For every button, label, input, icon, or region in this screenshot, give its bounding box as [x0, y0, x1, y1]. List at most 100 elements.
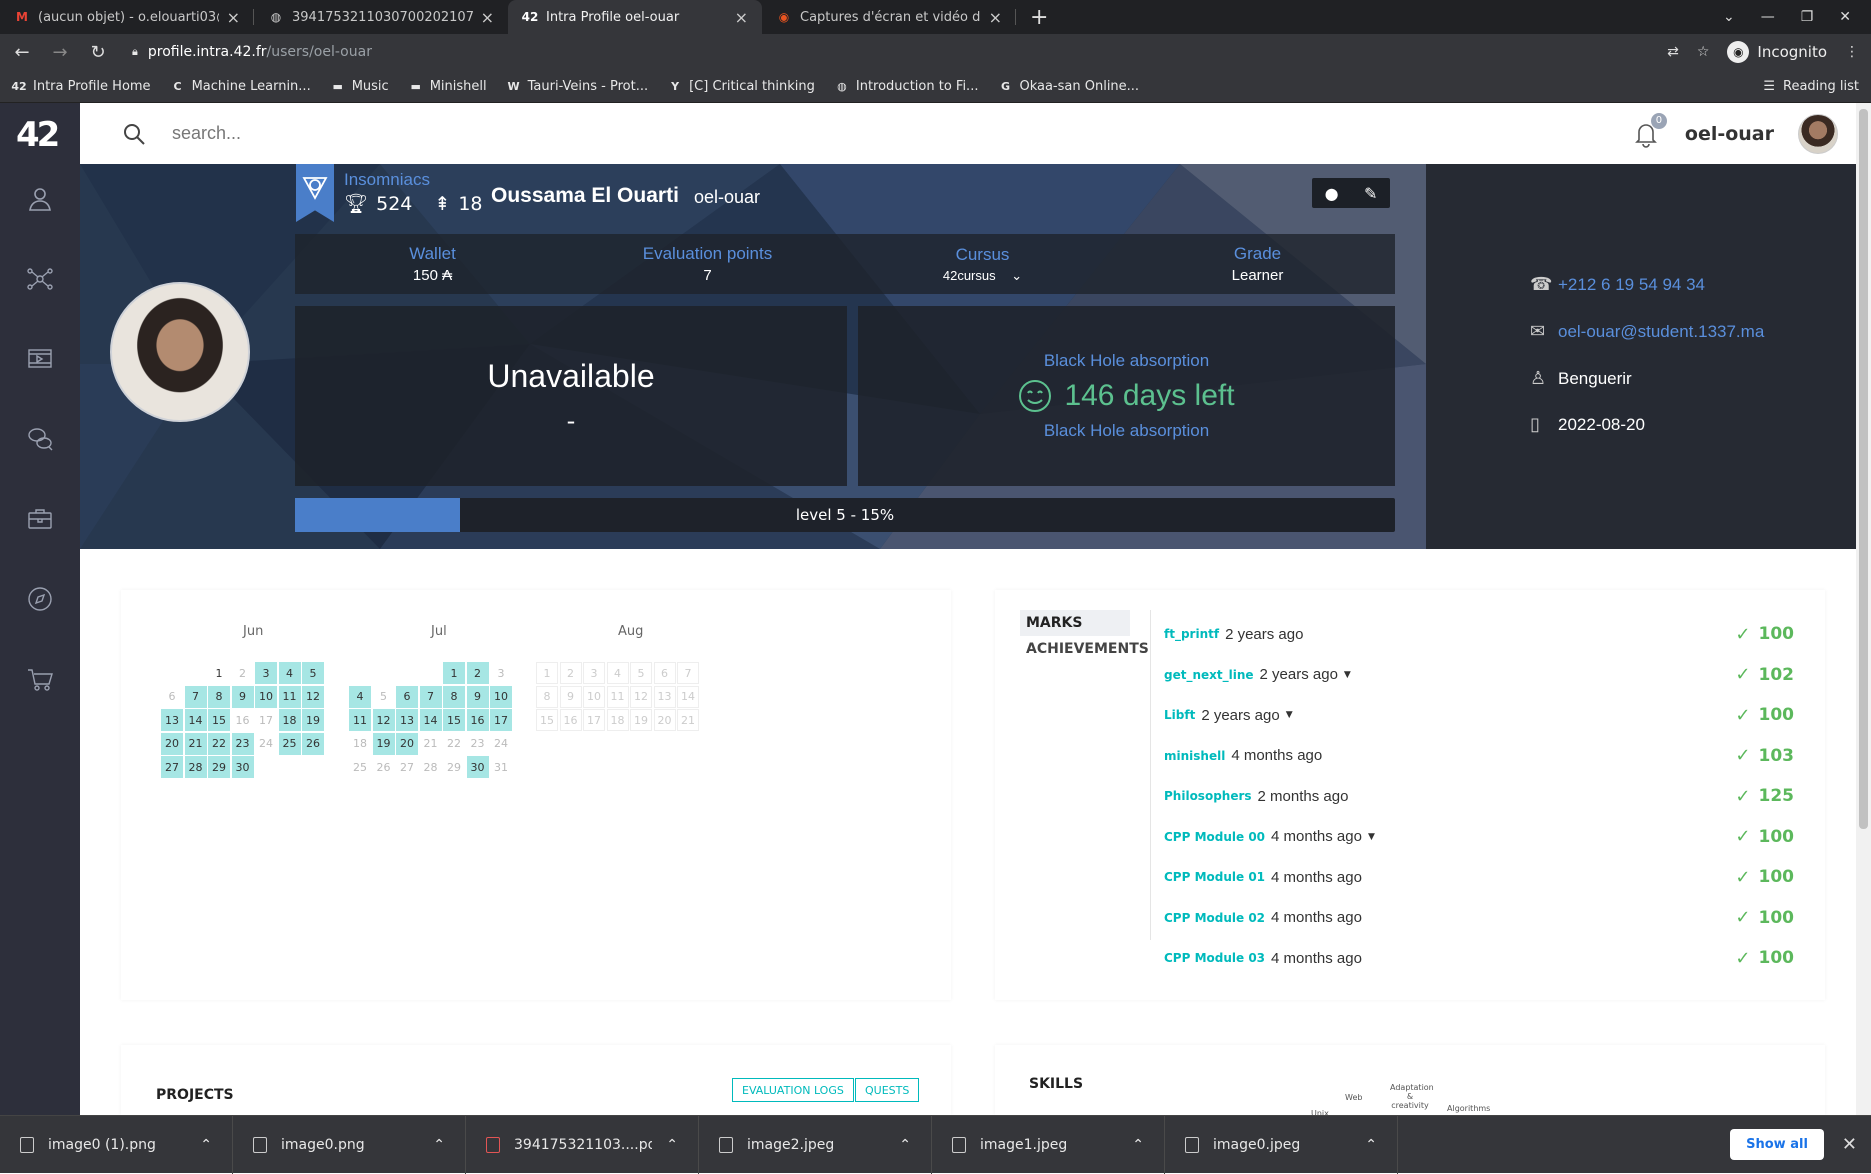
calendar-day[interactable]: 28 [420, 756, 442, 778]
calendar-day[interactable]: 4 [349, 685, 371, 708]
calendar-day[interactable]: 16 [466, 709, 489, 731]
calendar-day[interactable]: 16 [232, 709, 254, 731]
calendar-day[interactable]: 21 [677, 709, 699, 731]
download-item[interactable]: image0.jpeg ⌃ [1165, 1115, 1398, 1174]
reading-list-button[interactable]: ☰ Reading list [1763, 79, 1859, 94]
download-item[interactable]: 394175321103....pdf ⌃ [466, 1115, 699, 1174]
calendar-day[interactable]: 23 [231, 732, 254, 755]
username-menu[interactable]: oel-ouar [1685, 123, 1774, 145]
calendar-day[interactable]: 12 [372, 709, 395, 731]
calendar-day[interactable]: 10 [490, 685, 512, 708]
browser-menu-icon[interactable]: ⋮ [1845, 44, 1859, 60]
calendar-day[interactable]: 12 [630, 685, 652, 708]
close-tab-icon[interactable]: × [481, 8, 494, 27]
mark-project-link[interactable]: minishell [1164, 749, 1225, 763]
calendar-day[interactable]: 29 [443, 756, 465, 778]
calendar-day[interactable]: 14 [184, 709, 207, 731]
mark-project-link[interactable]: CPP Module 00 [1164, 830, 1265, 844]
calendar-day[interactable]: 31 [490, 756, 512, 778]
calendar-day[interactable]: 2 [232, 662, 254, 684]
calendar-day[interactable]: 2 [559, 662, 582, 684]
calendar-day[interactable]: 13 [396, 709, 418, 731]
calendar-day[interactable]: 7 [677, 662, 699, 684]
page-scrollbar[interactable] [1856, 103, 1871, 1115]
star-icon[interactable]: ☆ [1697, 44, 1710, 60]
notifications-button[interactable]: 0 [1631, 112, 1667, 149]
bookmark-item[interactable]: 42 Intra Profile Home [11, 79, 150, 94]
calendar-day[interactable]: 14 [419, 709, 442, 731]
close-tab-icon[interactable]: × [989, 8, 1002, 27]
bookmark-item[interactable]: ▬ Music [331, 79, 389, 94]
bookmark-item[interactable]: ▬ Minishell [409, 79, 487, 94]
cursus-select[interactable]: 42cursus ⌄ [943, 268, 1022, 284]
phone-row[interactable]: ☎ +212 6 19 54 94 34 [1530, 274, 1705, 295]
42-logo[interactable]: 42 [16, 115, 60, 155]
search-input[interactable] [172, 123, 572, 144]
chevron-up-icon[interactable]: ⌃ [666, 1137, 678, 1153]
calendar-day[interactable]: 17 [583, 709, 605, 731]
quests-button[interactable]: QUESTS [855, 1078, 920, 1102]
close-window-icon[interactable]: ✕ [1839, 9, 1851, 25]
bookmark-item[interactable]: W Tauri-Veins - Prot... [507, 79, 649, 94]
mark-project-link[interactable]: CPP Module 01 [1164, 870, 1265, 884]
calendar-day[interactable]: 15 [443, 709, 465, 731]
calendar-day[interactable]: 9 [231, 685, 254, 708]
calendar-day[interactable]: 11 [278, 685, 301, 708]
mark-project-link[interactable]: Philosophers [1164, 789, 1252, 803]
calendar-day[interactable]: 6 [396, 685, 418, 708]
calendar-day[interactable]: 3 [583, 662, 605, 684]
browser-tab[interactable]: M (aucun objet) - o.elouarti03@... × [0, 0, 254, 34]
close-tab-icon[interactable]: × [227, 8, 240, 27]
mark-project-link[interactable]: CPP Module 02 [1164, 911, 1265, 925]
search-icon[interactable] [122, 122, 146, 146]
calendar-day[interactable]: 5 [630, 662, 652, 684]
coalition-name[interactable]: Insomniacs [344, 170, 430, 190]
chevron-up-icon[interactable]: ⌃ [200, 1137, 212, 1153]
incognito-indicator[interactable]: ◉ Incognito [1727, 41, 1827, 63]
calendar-day[interactable]: 14 [677, 685, 699, 708]
translate-icon[interactable]: ⇄ [1667, 44, 1679, 60]
calendar-day[interactable]: 13 [161, 709, 183, 731]
calendar-day[interactable]: 30 [231, 756, 254, 778]
calendar-day[interactable]: 21 [184, 732, 207, 755]
scrollbar-thumb[interactable] [1859, 109, 1868, 829]
calendar-day[interactable]: 24 [255, 733, 277, 755]
shop-cart-icon[interactable] [24, 663, 56, 695]
calendar-day[interactable]: 3 [490, 662, 512, 684]
address-bar[interactable]: 🔒︎ profile.intra.42.fr/users/oel-ouar [126, 38, 1649, 66]
calendar-day[interactable]: 27 [161, 756, 183, 778]
calendar-day[interactable]: 7 [419, 685, 442, 708]
calendar-day[interactable]: 7 [184, 685, 207, 708]
calendar-day[interactable]: 11 [606, 685, 629, 708]
minimize-icon[interactable]: — [1761, 9, 1775, 25]
close-tab-icon[interactable]: × [735, 8, 748, 27]
calendar-day[interactable]: 19 [372, 732, 395, 755]
download-item[interactable]: image2.jpeg ⌃ [699, 1115, 932, 1174]
user-avatar[interactable] [1798, 113, 1838, 154]
elearning-icon[interactable] [24, 343, 56, 375]
new-tab-icon[interactable]: + [1016, 0, 1062, 34]
calendar-day[interactable]: 9 [466, 685, 489, 708]
show-all-downloads-button[interactable]: Show all [1730, 1129, 1824, 1160]
bookmark-item[interactable]: G Okaa-san Online... [998, 79, 1139, 94]
mark-project-link[interactable]: CPP Module 03 [1164, 951, 1265, 965]
calendar-day[interactable]: 12 [302, 685, 324, 708]
calendar-day[interactable]: 9 [559, 685, 582, 708]
calendar-day[interactable]: 17 [255, 709, 277, 731]
calendar-day[interactable]: 16 [559, 709, 582, 731]
forum-icon[interactable] [24, 423, 56, 455]
caret-down-icon[interactable]: ▼ [1344, 670, 1351, 680]
calendar-day[interactable]: 8 [208, 685, 230, 708]
calendar-day[interactable]: 5 [373, 686, 395, 708]
calendar-day[interactable]: 29 [208, 756, 230, 778]
browser-tab[interactable]: 42 Intra Profile oel-ouar × [508, 0, 762, 34]
chevron-up-icon[interactable]: ⌃ [899, 1137, 911, 1153]
mark-project-link[interactable]: ft_printf [1164, 627, 1219, 641]
calendar-day[interactable]: 5 [302, 662, 324, 684]
caret-down-icon[interactable]: ▼ [1286, 710, 1293, 720]
calendar-day[interactable]: 15 [208, 709, 230, 731]
browser-tab[interactable]: ◉ Captures d'écran et vidéo d'é... × [762, 0, 1016, 34]
calendar-day[interactable]: 21 [420, 733, 442, 755]
calendar-day[interactable]: 18 [278, 709, 301, 731]
calendar-day[interactable]: 18 [606, 709, 629, 731]
